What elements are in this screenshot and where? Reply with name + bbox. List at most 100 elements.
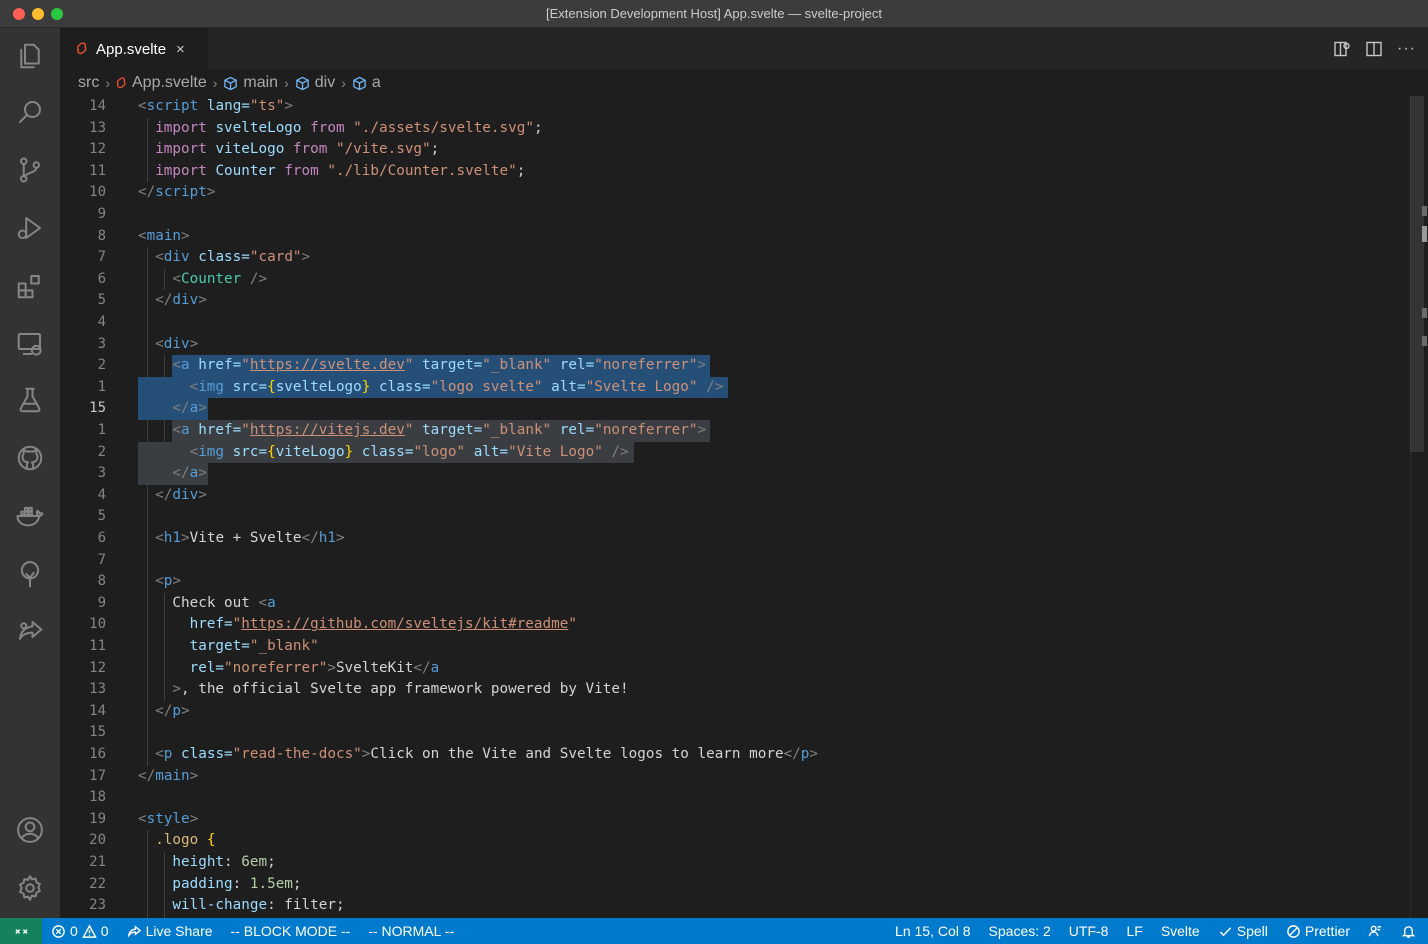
code-line: .logo { (155, 832, 216, 849)
code-area[interactable]: <script lang="ts"> import svelteLogo fro… (138, 96, 1428, 918)
line-number: 12 (89, 141, 106, 158)
prettier-button[interactable]: Prettier (1277, 923, 1359, 939)
account-icon[interactable] (14, 814, 46, 846)
check-icon (1219, 926, 1231, 936)
scroll-marker (1422, 206, 1427, 216)
line-number: 12 (89, 659, 106, 676)
live-share-button[interactable]: Live Share (118, 923, 222, 939)
line-number: 3 (97, 465, 106, 482)
settings-gear-icon[interactable] (14, 872, 46, 904)
code-line: <main> (138, 227, 190, 244)
line-number: 6 (97, 530, 106, 546)
scroll-marker (1422, 308, 1427, 318)
tab-app-svelte[interactable]: App.svelte × (60, 28, 208, 70)
testing-icon[interactable] (14, 384, 46, 416)
code-editor[interactable]: 14 13 12 11 10 9 8 7 6 5 4 3 2 1 15 1 2 3 4 5 6 7 8 9 10 11 12 13 14… (60, 96, 1428, 918)
warnings-count: 0 (100, 923, 109, 939)
status-bar-right: Ln 15, Col 8 Spaces: 2 UTF-8 LF Svelte S… (886, 923, 1428, 939)
line-number: 6 (97, 270, 106, 287)
svelte-file-icon (116, 76, 126, 88)
code-line: </main> (138, 767, 199, 784)
code-line: Check out <a (172, 594, 276, 611)
line-number: 7 (97, 249, 106, 266)
code-line: <style> (138, 810, 199, 827)
feedback-button[interactable] (1359, 924, 1392, 939)
notifications-button[interactable] (1392, 924, 1428, 939)
chevron-right-icon: › (341, 75, 346, 91)
source-control-icon[interactable] (14, 154, 46, 186)
code-line: </p> (155, 702, 190, 719)
line-number: 15 (89, 724, 106, 741)
code-line: <div class="card"> (155, 249, 311, 266)
activity-bar (0, 28, 60, 918)
scroll-marker (1422, 336, 1427, 346)
breadcrumb-file-label: App.svelte (132, 74, 207, 91)
indentation-button[interactable]: Spaces: 2 (980, 923, 1060, 939)
run-debug-icon[interactable] (14, 212, 46, 244)
line-number: 9 (97, 206, 106, 222)
code-line: href="https://github.com/sveltejs/kit#re… (189, 616, 577, 633)
line-number: 10 (89, 184, 106, 201)
chevron-right-icon: › (284, 75, 289, 91)
cursor-position-button[interactable]: Ln 15, Col 8 (886, 923, 980, 939)
docker-icon[interactable] (14, 500, 46, 532)
tab-close-icon[interactable]: × (176, 41, 185, 58)
search-icon[interactable] (14, 96, 46, 128)
code-line: <h1>Vite + Svelte</h1> (155, 530, 345, 546)
code-line: import viteLogo from "/vite.svg"; (155, 141, 440, 158)
code-line: will-change: filter; (172, 897, 345, 914)
line-number: 5 (97, 508, 106, 525)
breadcrumb-div[interactable]: div (295, 74, 335, 92)
line-number: 9 (97, 594, 106, 611)
remote-indicator-button[interactable] (0, 918, 42, 944)
line-number: 7 (97, 551, 106, 568)
problems-indicator[interactable]: 0 0 (42, 923, 118, 939)
line-number: 5 (97, 292, 106, 309)
line-number: 10 (89, 616, 106, 633)
code-line: >, the official Svelte app framework pow… (172, 681, 629, 698)
breadcrumb-a-label: a (371, 74, 381, 91)
eol-button[interactable]: LF (1117, 923, 1151, 939)
breadcrumb-main[interactable]: main (223, 74, 278, 92)
error-icon (52, 924, 65, 938)
scrollbar-thumb[interactable] (1410, 96, 1424, 452)
chevron-right-icon: › (212, 75, 218, 91)
github-icon[interactable] (14, 442, 46, 474)
symbol-element-icon (296, 76, 309, 90)
code-line: <div> (155, 335, 199, 352)
code-line: </a> (172, 465, 207, 482)
code-line: <script lang="ts"> (138, 98, 293, 114)
live-share-icon[interactable] (14, 616, 46, 648)
open-preview-icon[interactable] (1333, 40, 1351, 58)
bell-icon (1401, 925, 1416, 938)
breadcrumb-file[interactable]: App.svelte (116, 74, 207, 92)
tree-icon[interactable] (14, 558, 46, 590)
prettier-disabled-icon (1287, 924, 1300, 938)
code-line: target="_blank" (189, 638, 319, 654)
code-line: import Counter from "./lib/Counter.svelt… (155, 162, 526, 179)
code-line: </div> (155, 292, 207, 309)
language-mode-button[interactable]: Svelte (1152, 923, 1209, 939)
line-number: 1 (97, 378, 106, 395)
extensions-icon[interactable] (14, 270, 46, 302)
line-number: 18 (89, 789, 106, 806)
line-number: 21 (89, 854, 106, 870)
breadcrumb-main-label: main (243, 74, 279, 91)
symbol-element-icon (224, 76, 238, 90)
warning-icon (82, 923, 97, 938)
breadcrumb-a[interactable]: a (352, 74, 381, 92)
code-line: </script> (138, 184, 216, 201)
code-line: <a href="https://svelte.dev" target="_bl… (172, 357, 707, 374)
code-line: <Counter /> (172, 270, 268, 287)
remote-explorer-icon[interactable] (14, 328, 46, 360)
tab-bar: App.svelte × ··· (60, 28, 1428, 70)
vertical-scrollbar[interactable] (1410, 96, 1428, 918)
split-editor-icon[interactable] (1365, 40, 1383, 58)
code-line: <img src={viteLogo} class="logo" alt="Vi… (189, 443, 629, 460)
breadcrumb-src[interactable]: src (78, 74, 99, 92)
spell-button[interactable]: Spell (1209, 923, 1277, 939)
more-actions-icon[interactable]: ··· (1397, 40, 1416, 58)
encoding-button[interactable]: UTF-8 (1060, 923, 1118, 939)
explorer-icon[interactable] (14, 40, 46, 72)
line-number: 4 (97, 314, 106, 330)
